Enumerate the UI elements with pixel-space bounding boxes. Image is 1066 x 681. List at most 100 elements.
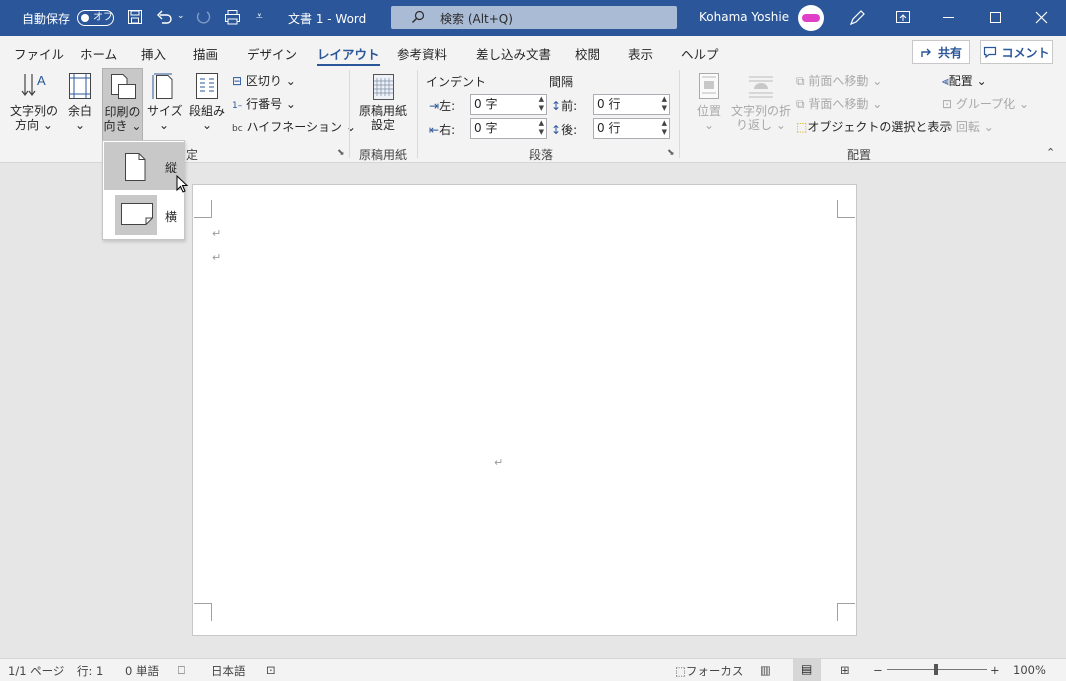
align-button[interactable]: ⫷配置 ⌄ xyxy=(942,72,987,89)
bring-forward-button[interactable]: ⧉ 前面へ移動 ⌄ xyxy=(796,72,882,89)
save-icon[interactable] xyxy=(127,9,143,25)
undo-icon[interactable] xyxy=(156,9,174,25)
group-button[interactable]: ⊡ グループ化 ⌄ xyxy=(942,95,1029,112)
share-label: 共有 xyxy=(937,45,962,60)
genko-label-2: 設定 xyxy=(370,118,395,132)
indent-right-input[interactable]: 0 字 ▲ ▼ xyxy=(470,118,547,139)
hyphenation-button[interactable]: bc ハイフネーション ⌄ xyxy=(232,118,356,135)
tab-help[interactable]: ヘルプ xyxy=(681,44,719,63)
space-after-input[interactable]: 0 行 ▲ ▼ xyxy=(593,118,670,139)
mouse-cursor-icon xyxy=(176,175,189,193)
margins-button[interactable]: 余白 ⌄ xyxy=(64,71,96,132)
orientation-label-1: 印刷の xyxy=(104,105,141,119)
spin-arrows-icon[interactable]: ▲ ▼ xyxy=(539,119,544,137)
orientation-button[interactable]: 印刷の 向き ⌄ xyxy=(102,68,143,141)
indent-left-input[interactable]: 0 字 ▲ ▼ xyxy=(470,94,547,115)
accessibility-icon[interactable]: ⊡ xyxy=(266,663,276,677)
tab-file[interactable]: ファイル xyxy=(14,44,64,63)
zoom-in-icon[interactable]: + xyxy=(990,663,1000,677)
collapse-ribbon-icon[interactable]: ⌃ xyxy=(1046,146,1055,159)
tab-insert[interactable]: 挿入 xyxy=(141,44,166,63)
ribbon-display-options-icon[interactable] xyxy=(895,10,911,24)
text-direction-button[interactable]: A 文字列の 方向 ⌄ xyxy=(8,71,60,132)
position-button[interactable]: 位置 ⌄ xyxy=(690,71,728,132)
crop-mark-top-right xyxy=(837,200,855,218)
arrange-group-label: 配置 xyxy=(847,148,872,162)
proofing-icon[interactable]: ⎕ xyxy=(178,663,185,678)
margins-label: 余白 xyxy=(67,104,92,118)
tab-design[interactable]: デザイン xyxy=(247,44,297,63)
paragraph-mark-icon: ↵ xyxy=(212,227,222,240)
print-preview-icon[interactable] xyxy=(224,9,242,25)
zoom-slider-thumb[interactable] xyxy=(934,664,938,675)
spin-arrows-icon[interactable]: ▲ ▼ xyxy=(662,119,667,137)
print-layout-icon: ▤ xyxy=(801,662,813,676)
user-name[interactable]: Kohama Yoshie xyxy=(699,10,789,24)
indent-left-label: ⇥左: xyxy=(429,99,456,113)
redo-icon[interactable] xyxy=(195,9,211,25)
line-numbers-button[interactable]: 1– 行番号 ⌄ xyxy=(232,95,296,112)
svg-text:A: A xyxy=(37,73,46,88)
tab-view[interactable]: 表示 xyxy=(628,44,653,63)
focus-button[interactable]: ⬚フォーカス xyxy=(675,663,743,679)
wrap-text-label-2: り返し xyxy=(736,118,773,132)
tab-layout[interactable]: レイアウト xyxy=(317,44,380,67)
tab-mailings[interactable]: 差し込み文書 xyxy=(476,44,551,63)
breaks-button[interactable]: ⊟ 区切り ⌄ xyxy=(232,72,296,89)
tab-references[interactable]: 参考資料 xyxy=(397,44,447,63)
customize-qat-icon[interactable]: ⩡ xyxy=(256,9,263,24)
send-backward-button[interactable]: ⧉ 背面へ移動 ⌄ xyxy=(796,95,882,112)
zoom-out-icon[interactable]: − xyxy=(873,663,883,677)
spin-arrows-icon[interactable]: ▲ ▼ xyxy=(539,95,544,113)
wrap-text-label-1: 文字列の折 xyxy=(731,104,792,118)
web-layout-icon[interactable]: ⊞ xyxy=(840,663,850,677)
genko-group-label: 原稿用紙 xyxy=(359,148,408,162)
paragraph-launcher-icon[interactable]: ⬊ xyxy=(667,148,675,158)
maximize-icon[interactable] xyxy=(990,12,1001,23)
autosave-toggle[interactable]: オフ xyxy=(77,10,114,26)
group-icon: ⊡ xyxy=(942,97,953,111)
space-before-input[interactable]: 0 行 ▲ ▼ xyxy=(593,94,670,115)
tab-home[interactable]: ホーム xyxy=(80,44,117,63)
autosave-state: オフ xyxy=(93,12,113,23)
size-label: サイズ xyxy=(147,104,183,118)
page-setup-launcher-icon[interactable]: ⬊ xyxy=(337,148,345,158)
orientation-portrait-item[interactable]: 縦 xyxy=(104,142,185,190)
close-icon[interactable] xyxy=(1035,11,1048,24)
search-box[interactable]: 検索 (Alt+Q) xyxy=(391,6,677,29)
orientation-menu: 縦 横 xyxy=(102,140,185,240)
share-button[interactable]: 共有 xyxy=(912,40,970,64)
space-after-icon: ↕ xyxy=(551,123,562,137)
coauthoring-pen-icon[interactable] xyxy=(848,9,866,27)
comments-label: コメント xyxy=(1001,45,1050,60)
search-icon xyxy=(412,10,425,23)
undo-dropdown-icon[interactable]: ⌄ xyxy=(177,11,185,21)
zoom-level[interactable]: 100% xyxy=(1013,663,1046,677)
selection-pane-button[interactable]: ⬚オブジェクトの選択と表示 xyxy=(796,118,951,135)
read-mode-icon[interactable]: ▥ xyxy=(760,663,771,677)
minimize-icon[interactable] xyxy=(943,17,954,18)
avatar[interactable] xyxy=(798,5,824,31)
text-direction-label-2: 方向 xyxy=(15,118,40,132)
columns-button[interactable]: 段組み ⌄ xyxy=(187,71,227,132)
paragraph-mark-icon: ↵ xyxy=(494,456,504,469)
wrap-text-button[interactable]: 文字列の折 り返し ⌄ xyxy=(731,71,791,132)
tab-draw[interactable]: 描画 xyxy=(193,44,218,63)
space-after-label: ↕後: xyxy=(551,123,578,137)
line-number[interactable]: 行: 1 xyxy=(77,663,103,679)
print-layout-button[interactable]: ▤ xyxy=(793,659,821,681)
rotate-button[interactable]: ⟲ 回転 ⌄ xyxy=(942,118,994,135)
size-button[interactable]: サイズ ⌄ xyxy=(147,71,183,132)
word-count[interactable]: 0 単語 xyxy=(125,663,159,679)
tab-review[interactable]: 校閲 xyxy=(575,44,600,63)
orientation-landscape-item[interactable]: 横 xyxy=(104,192,185,240)
page-count[interactable]: 1/1 ページ xyxy=(8,663,64,679)
hyphenation-label: ハイフネーション xyxy=(246,120,343,134)
spin-arrows-icon[interactable]: ▲ ▼ xyxy=(662,95,667,113)
document-page[interactable]: ↵ ↵ ↵ xyxy=(192,184,857,636)
text-direction-icon: A xyxy=(21,73,46,96)
status-bar: 1/1 ページ 行: 1 0 単語 ⎕ 日本語 ⊡ ⬚フォーカス ▥ ▤ ⊞ −… xyxy=(0,658,1066,681)
comments-button[interactable]: コメント xyxy=(980,40,1053,64)
language[interactable]: 日本語 xyxy=(211,663,246,679)
genko-settings-button[interactable]: 原稿用紙 設定 xyxy=(356,71,410,132)
